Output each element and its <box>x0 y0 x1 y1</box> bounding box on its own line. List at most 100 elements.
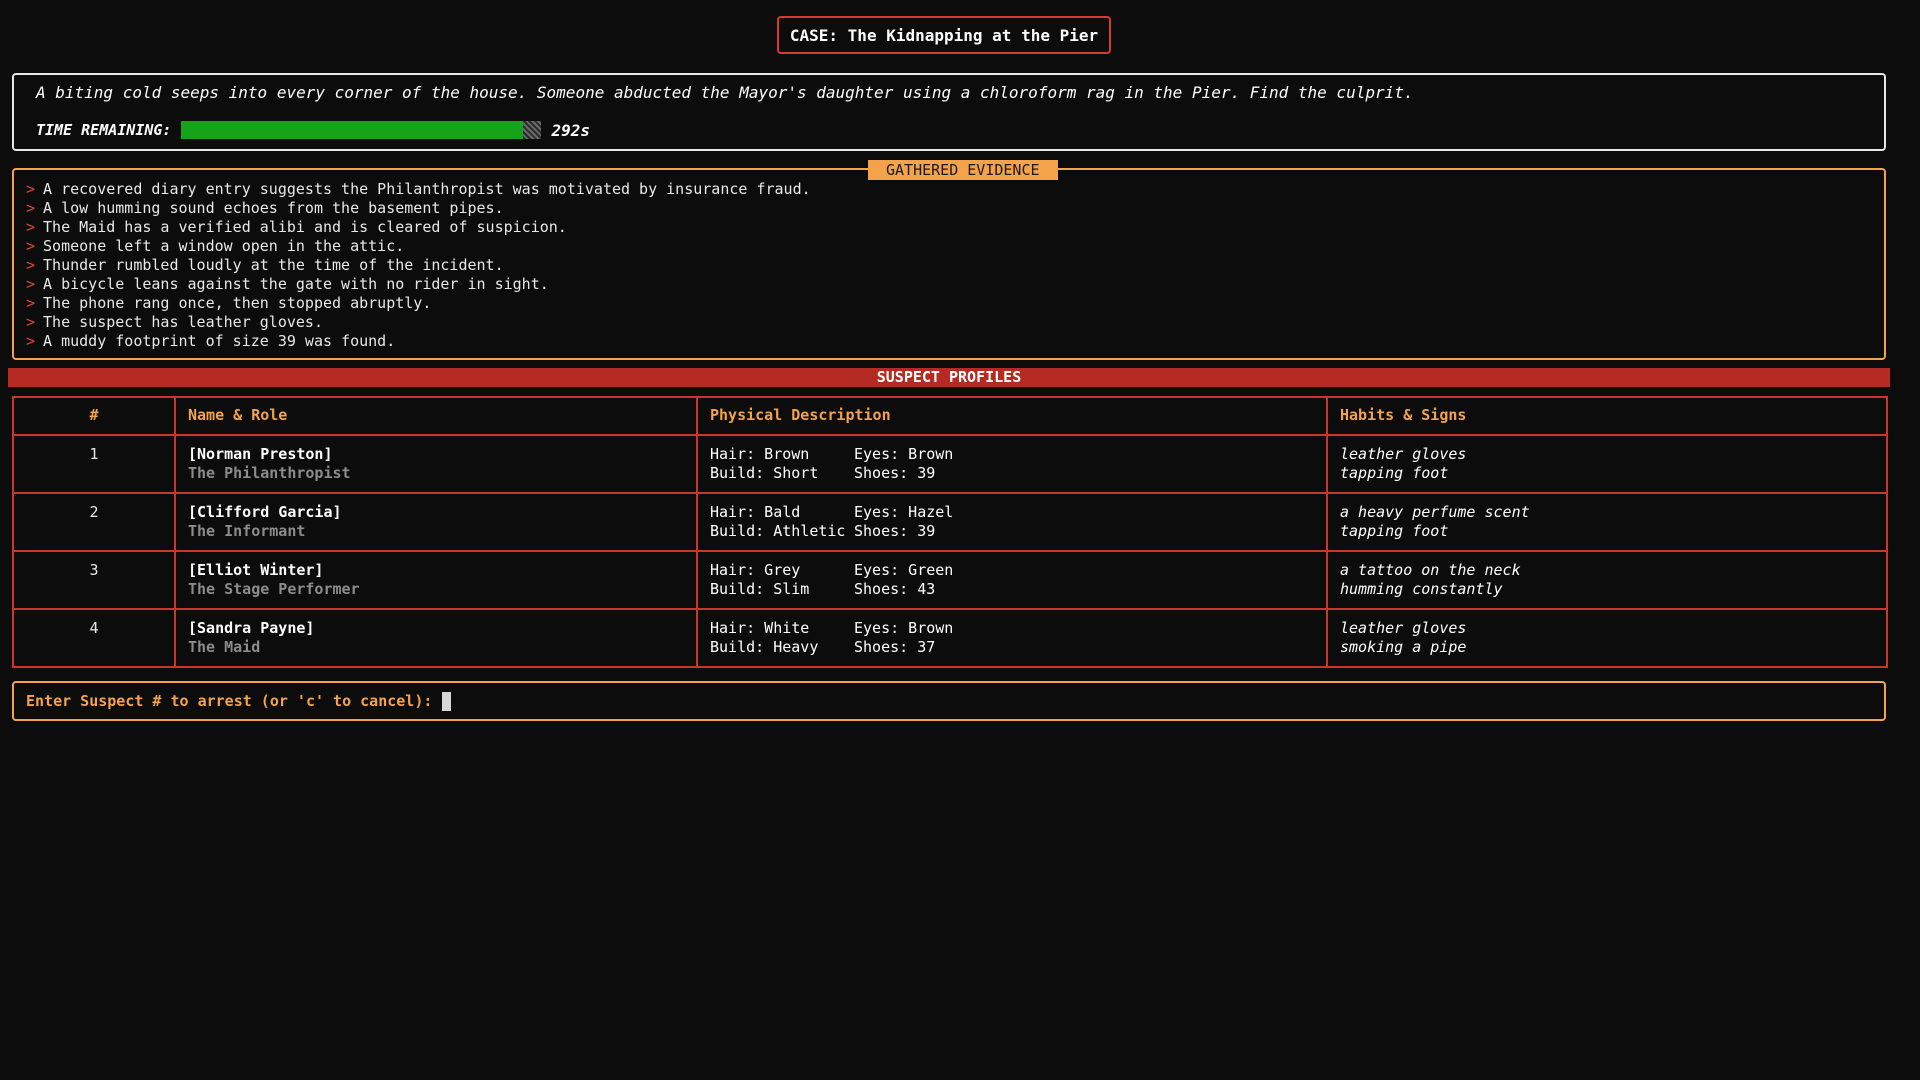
evidence-marker: > <box>26 199 36 217</box>
suspect-physical: Hair: Brown Eyes: Brown Build: Short Sho… <box>696 434 1328 494</box>
arrest-prompt-label: Enter Suspect # to arrest (or 'c' to can… <box>26 692 433 710</box>
evidence-marker: > <box>26 218 36 236</box>
evidence-title: GATHERED EVIDENCE <box>868 160 1058 180</box>
suspect-build: Build: Short <box>710 464 819 482</box>
suspect-shoes: Shoes: 39 <box>854 522 936 540</box>
suspect-name-role: [Norman Preston] The Philanthropist <box>174 434 698 494</box>
column-header-number: # <box>12 396 176 436</box>
suspect-name-role: [Elliot Winter] The Stage Performer <box>174 550 698 610</box>
evidence-item: > A muddy footprint of size 39 was found. <box>26 332 811 351</box>
suspect-hair: Hair: White <box>710 619 810 637</box>
case-title: CASE: The Kidnapping at the Pier <box>777 16 1111 54</box>
suspect-shoes: Shoes: 39 <box>854 464 936 482</box>
suspect-eyes: Eyes: Hazel <box>854 503 954 521</box>
evidence-marker: > <box>26 294 36 312</box>
suspect-habit: a heavy perfume scent <box>1340 503 1530 521</box>
suspect-role: The Maid <box>188 638 261 656</box>
evidence-marker: > <box>26 256 36 274</box>
suspect-profiles-banner: SUSPECT PROFILES <box>8 368 1890 387</box>
suspect-shoes: Shoes: 43 <box>854 580 936 598</box>
suspect-habit: tapping foot <box>1340 464 1449 482</box>
suspect-name-role: [Clifford Garcia] The Informant <box>174 492 698 552</box>
suspect-role: The Philanthropist <box>188 464 351 482</box>
evidence-marker: > <box>26 237 36 255</box>
column-header-physical: Physical Description <box>696 396 1328 436</box>
suspect-hair: Hair: Grey <box>710 561 801 579</box>
suspect-name: [Elliot Winter] <box>188 561 324 579</box>
suspect-row: 2 [Clifford Garcia] The Informant Hair: … <box>12 492 1888 552</box>
evidence-item: > The Maid has a verified alibi and is cl… <box>26 218 811 237</box>
suspect-number: 2 <box>12 492 176 552</box>
suspect-number: 3 <box>12 550 176 610</box>
arrest-input-cursor[interactable] <box>442 691 452 711</box>
evidence-item: > A low humming sound echoes from the bas… <box>26 199 811 218</box>
case-intro-text: A biting cold seeps into every corner of… <box>36 83 1414 102</box>
suspect-physical: Hair: Grey Eyes: Green Build: Slim Shoes… <box>696 550 1328 610</box>
suspect-row: 1 [Norman Preston] The Philanthropist Ha… <box>12 434 1888 494</box>
suspect-habits: leather gloves tapping foot <box>1326 434 1888 494</box>
suspect-name-role: [Sandra Payne] The Maid <box>174 608 698 668</box>
suspect-habits: a tattoo on the neck humming constantly <box>1326 550 1888 610</box>
suspect-habit: humming constantly <box>1340 580 1503 598</box>
suspect-number: 4 <box>12 608 176 668</box>
evidence-text: The Maid has a verified alibi and is cle… <box>43 218 567 236</box>
suspect-habit: leather gloves <box>1340 619 1467 637</box>
timer-label: TIME REMAINING: <box>36 121 172 139</box>
timer-value: 292s <box>551 120 590 140</box>
suspect-hair: Hair: Bald <box>710 503 801 521</box>
evidence-text: The suspect has leather gloves. <box>43 313 323 331</box>
evidence-marker: > <box>26 313 36 331</box>
timer-bar <box>181 121 542 139</box>
evidence-text: Thunder rumbled loudly at the time of th… <box>43 256 504 274</box>
suspect-shoes: Shoes: 37 <box>854 638 936 656</box>
evidence-text: Someone left a window open in the attic. <box>43 237 405 255</box>
evidence-item: > A recovered diary entry suggests the Ph… <box>26 180 811 199</box>
suspect-physical: Hair: Bald Eyes: Hazel Build: Athletic S… <box>696 492 1328 552</box>
suspect-habits: a heavy perfume scent tapping foot <box>1326 492 1888 552</box>
evidence-text: The phone rang once, then stopped abrupt… <box>43 294 432 312</box>
evidence-marker: > <box>26 180 36 198</box>
suspect-role: The Stage Performer <box>188 580 360 598</box>
case-intro-panel: A biting cold seeps into every corner of… <box>12 73 1886 151</box>
evidence-text: A low humming sound echoes from the base… <box>43 199 504 217</box>
evidence-panel: GATHERED EVIDENCE > A recovered diary ent… <box>12 160 1886 360</box>
suspect-number: 1 <box>12 434 176 494</box>
suspect-eyes: Eyes: Brown <box>854 619 954 637</box>
suspect-habits: leather gloves smoking a pipe <box>1326 608 1888 668</box>
evidence-list: > A recovered diary entry suggests the Ph… <box>26 180 811 351</box>
arrest-prompt[interactable]: Enter Suspect # to arrest (or 'c' to can… <box>12 681 1886 721</box>
suspect-build: Build: Athletic <box>710 522 846 540</box>
suspect-table: # Name & Role Physical Description Habit… <box>12 396 1888 668</box>
evidence-item: > The phone rang once, then stopped abrup… <box>26 294 811 313</box>
evidence-marker: > <box>26 332 36 350</box>
column-header-habits: Habits & Signs <box>1326 396 1888 436</box>
suspect-physical: Hair: White Eyes: Brown Build: Heavy Sho… <box>696 608 1328 668</box>
suspect-habit: tapping foot <box>1340 522 1449 540</box>
suspect-hair: Hair: Brown <box>710 445 810 463</box>
evidence-item: > Someone left a window open in the attic… <box>26 237 811 256</box>
table-header-row: # Name & Role Physical Description Habit… <box>12 396 1888 436</box>
evidence-text: A recovered diary entry suggests the Phi… <box>43 180 811 198</box>
suspect-role: The Informant <box>188 522 306 540</box>
suspect-name: [Clifford Garcia] <box>188 503 342 521</box>
suspect-eyes: Eyes: Green <box>854 561 954 579</box>
suspect-row: 4 [Sandra Payne] The Maid Hair: White Ey… <box>12 608 1888 668</box>
suspect-habit: a tattoo on the neck <box>1340 561 1521 579</box>
evidence-text: A muddy footprint of size 39 was found. <box>43 332 396 350</box>
timer-row: TIME REMAINING: 292s <box>36 119 590 141</box>
column-header-name-role: Name & Role <box>174 396 698 436</box>
suspect-row: 3 [Elliot Winter] The Stage Performer Ha… <box>12 550 1888 610</box>
evidence-item: > A bicycle leans against the gate with n… <box>26 275 811 294</box>
suspect-habit: smoking a pipe <box>1340 638 1467 656</box>
evidence-item: > Thunder rumbled loudly at the time of t… <box>26 256 811 275</box>
evidence-text: A bicycle leans against the gate with no… <box>43 275 549 293</box>
evidence-item: > The suspect has leather gloves. <box>26 313 811 332</box>
suspect-build: Build: Slim <box>710 580 810 598</box>
suspect-name: [Sandra Payne] <box>188 619 315 637</box>
suspect-build: Build: Heavy <box>710 638 819 656</box>
suspect-eyes: Eyes: Brown <box>854 445 954 463</box>
timer-bar-fill <box>181 121 524 139</box>
suspect-habit: leather gloves <box>1340 445 1467 463</box>
suspect-name: [Norman Preston] <box>188 445 333 463</box>
evidence-marker: > <box>26 275 36 293</box>
